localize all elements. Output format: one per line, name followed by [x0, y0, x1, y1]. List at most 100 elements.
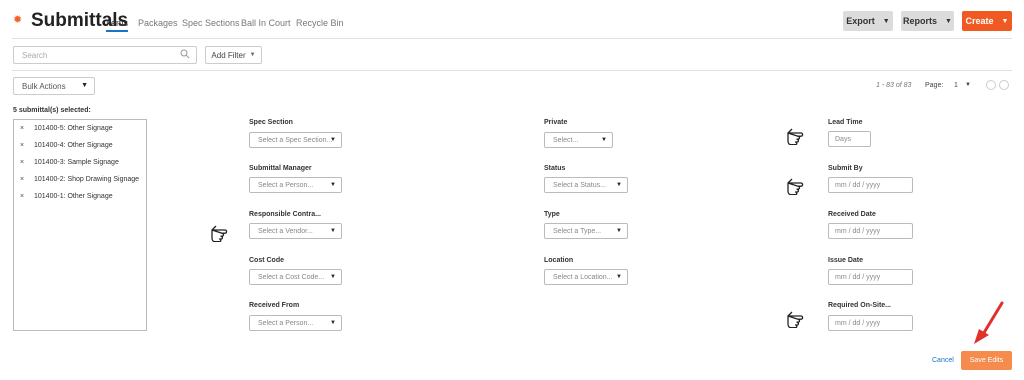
tab-spec-sections[interactable]: Spec Sections — [182, 18, 240, 28]
list-item: × 101400-5: Other Signage — [20, 125, 113, 132]
search-icon[interactable] — [180, 49, 190, 59]
received-from-value: Select a Person... — [258, 319, 314, 327]
caret-down-icon: ▼ — [330, 137, 336, 143]
submittal-manager-label: Submittal Manager — [249, 165, 312, 172]
required-onsite-label: Required On-Site... — [828, 302, 892, 309]
status-value: Select a Status... — [553, 181, 606, 189]
issue-date-label: Issue Date — [828, 257, 864, 264]
tab-packages[interactable]: Packages — [138, 18, 178, 28]
reports-label: Reports — [903, 16, 938, 26]
caret-down-icon: ▼ — [330, 274, 336, 280]
status-select[interactable]: Select a Status... ▼ — [544, 177, 628, 193]
remove-icon[interactable]: × — [20, 159, 34, 166]
issue-date-placeholder: mm / dd / yyyy — [835, 273, 881, 281]
received-from-label: Received From — [249, 302, 300, 309]
caret-down-icon: ▼ — [330, 228, 336, 234]
received-date-placeholder: mm / dd / yyyy — [835, 227, 881, 235]
export-button[interactable]: Export ▼ — [843, 11, 893, 31]
selection-title: 5 submittal(s) selected: — [13, 107, 91, 114]
save-edits-label: Save Edits — [969, 357, 1004, 364]
create-button[interactable]: Create ▼ — [962, 11, 1012, 31]
list-item: × 101400-1: Other Signage — [20, 193, 113, 200]
page-select[interactable]: 1 — [954, 82, 958, 89]
received-from-select[interactable]: Select a Person... ▼ — [249, 315, 342, 331]
received-date-label: Received Date — [828, 211, 876, 218]
pointing-hand-icon — [787, 128, 804, 145]
caret-down-icon: ▼ — [601, 137, 607, 143]
caret-down-icon: ▼ — [882, 17, 890, 25]
responsible-contractor-label: Responsible Contra... — [249, 211, 321, 218]
search-input[interactable]: Search — [13, 46, 197, 64]
list-item-label: 101400-1: Other Signage — [34, 193, 113, 200]
pager-label: Page: — [925, 82, 944, 89]
save-edits-button[interactable]: Save Edits — [961, 351, 1012, 370]
caret-down-icon: ▼ — [616, 182, 622, 188]
submit-by-placeholder: mm / dd / yyyy — [835, 181, 881, 189]
list-item: × 101400-4: Other Signage — [20, 142, 113, 149]
pointing-hand-icon — [787, 178, 804, 195]
list-item-label: 101400-5: Other Signage — [34, 125, 113, 132]
remove-icon[interactable]: × — [20, 142, 34, 149]
remove-icon[interactable]: × — [20, 193, 34, 200]
caret-down-icon: ▼ — [1001, 17, 1009, 25]
red-arrow-icon — [974, 301, 1004, 344]
location-value: Select a Location... — [553, 273, 613, 281]
prev-page-button[interactable] — [986, 80, 996, 90]
cost-code-value: Select a Cost Code... — [258, 273, 325, 281]
next-page-button[interactable] — [999, 80, 1009, 90]
private-label: Private — [544, 119, 568, 126]
list-item-label: 101400-2: Shop Drawing Signage — [34, 176, 140, 183]
location-select[interactable]: Select a Location... ▼ — [544, 269, 628, 285]
submit-by-label: Submit By — [828, 165, 863, 172]
add-filter-button[interactable]: Add Filter ▼ — [205, 46, 262, 64]
caret-down-icon: ▼ — [616, 228, 622, 234]
tab-recycle-bin[interactable]: Recycle Bin — [296, 18, 344, 28]
bulk-actions-label: Bulk Actions — [22, 81, 66, 91]
lead-time-placeholder: Days — [835, 135, 851, 143]
remove-icon[interactable]: × — [20, 176, 34, 183]
header-divider — [12, 38, 1012, 39]
lead-time-label: Lead Time — [828, 119, 863, 126]
status-label: Status — [544, 165, 566, 172]
pager-count: 1 - 83 of 83 — [876, 82, 912, 89]
bulk-actions-select[interactable]: Bulk Actions ▼ — [13, 77, 95, 95]
responsible-contractor-select[interactable]: Select a Vendor... ▼ — [249, 223, 342, 239]
type-select[interactable]: Select a Type... ▼ — [544, 223, 628, 239]
list-item: × 101400-2: Shop Drawing Signage — [20, 176, 139, 183]
submit-by-date-input[interactable]: mm / dd / yyyy — [828, 177, 913, 193]
caret-down-icon: ▼ — [81, 82, 88, 89]
submittal-manager-value: Select a Person... — [258, 181, 314, 189]
tab-ball-in-court[interactable]: Ball In Court — [241, 18, 291, 28]
cancel-button[interactable]: Cancel — [932, 357, 954, 364]
private-select[interactable]: Select... ▼ — [544, 132, 613, 148]
submittal-manager-select[interactable]: Select a Person... ▼ — [249, 177, 342, 193]
spec-section-label: Spec Section — [249, 119, 293, 126]
selected-list: × 101400-5: Other Signage × 101400-4: Othe… — [13, 119, 147, 331]
search-placeholder: Search — [22, 50, 48, 60]
remove-icon[interactable]: × — [20, 125, 34, 132]
caret-down-icon: ▼ — [616, 274, 622, 280]
spec-section-value: Select a Spec Section... — [258, 136, 333, 144]
received-date-input[interactable]: mm / dd / yyyy — [828, 223, 913, 239]
cost-code-select[interactable]: Select a Cost Code... ▼ — [249, 269, 342, 285]
caret-down-icon: ▼ — [965, 82, 971, 88]
spec-section-select[interactable]: Select a Spec Section... ▼ — [249, 132, 342, 148]
lead-time-input[interactable]: Days — [828, 131, 871, 147]
reports-button[interactable]: Reports ▼ — [901, 11, 954, 31]
type-label: Type — [544, 211, 560, 218]
private-value: Select... — [553, 136, 579, 144]
list-item-label: 101400-3: Sample Signage — [34, 159, 119, 166]
caret-down-icon: ▼ — [330, 320, 336, 326]
issue-date-input[interactable]: mm / dd / yyyy — [828, 269, 913, 285]
tab-items[interactable]: Items — [106, 18, 129, 32]
caret-down-icon: ▼ — [945, 17, 952, 25]
list-item: × 101400-3: Sample Signage — [20, 159, 119, 166]
responsible-contractor-value: Select a Vendor... — [258, 227, 313, 235]
add-filter-label: Add Filter — [211, 50, 246, 60]
list-item-label: 101400-4: Other Signage — [34, 142, 113, 149]
procore-gear-icon: ✹ — [13, 14, 23, 26]
caret-down-icon: ▼ — [330, 182, 336, 188]
pointing-hand-icon — [211, 225, 228, 242]
create-label: Create — [965, 16, 994, 26]
required-onsite-date-input[interactable]: mm / dd / yyyy — [828, 315, 913, 331]
